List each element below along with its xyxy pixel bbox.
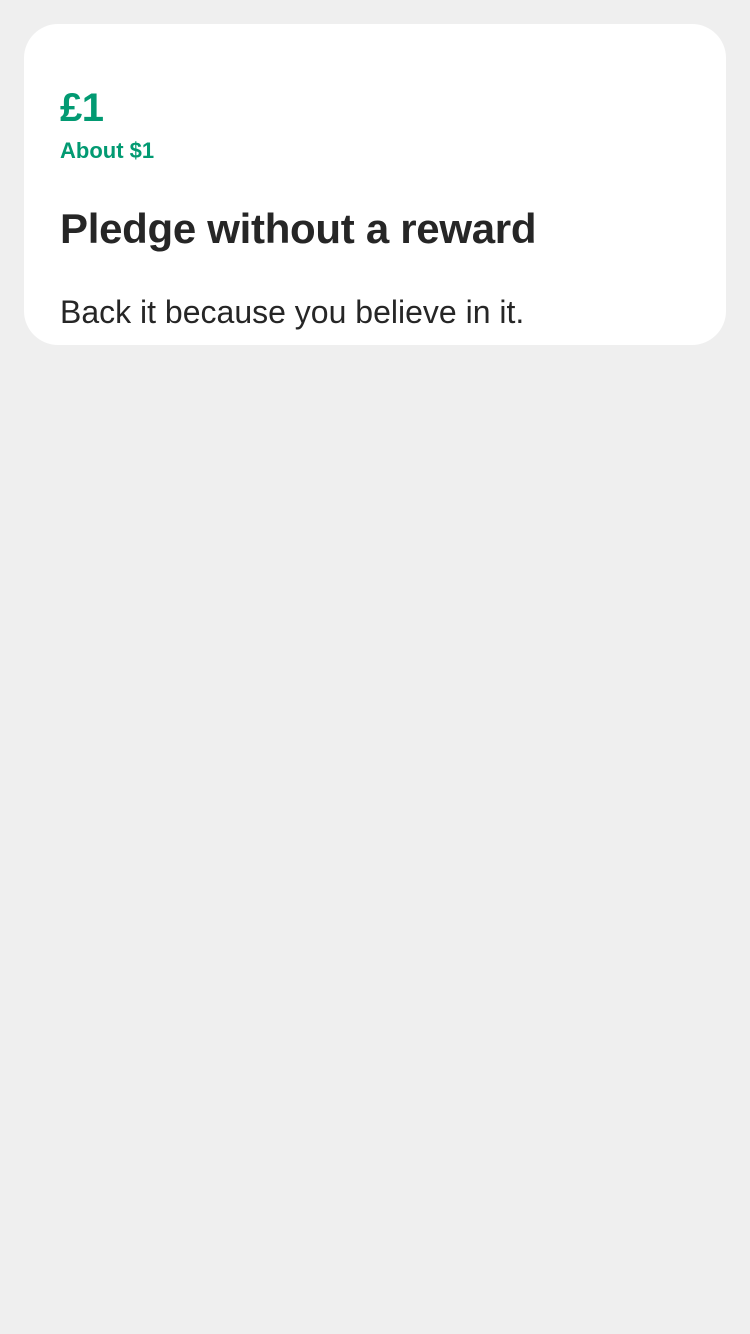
reward-title: Pledge without a reward: [60, 205, 537, 252]
reward-description: Back it because you believe in it.: [60, 294, 525, 330]
pledge-without-reward-card[interactable]: £1 About $1 Pledge without a reward Back…: [24, 24, 726, 345]
pledge-amount: £1: [60, 86, 104, 130]
converted-amount: About $1: [60, 138, 155, 163]
